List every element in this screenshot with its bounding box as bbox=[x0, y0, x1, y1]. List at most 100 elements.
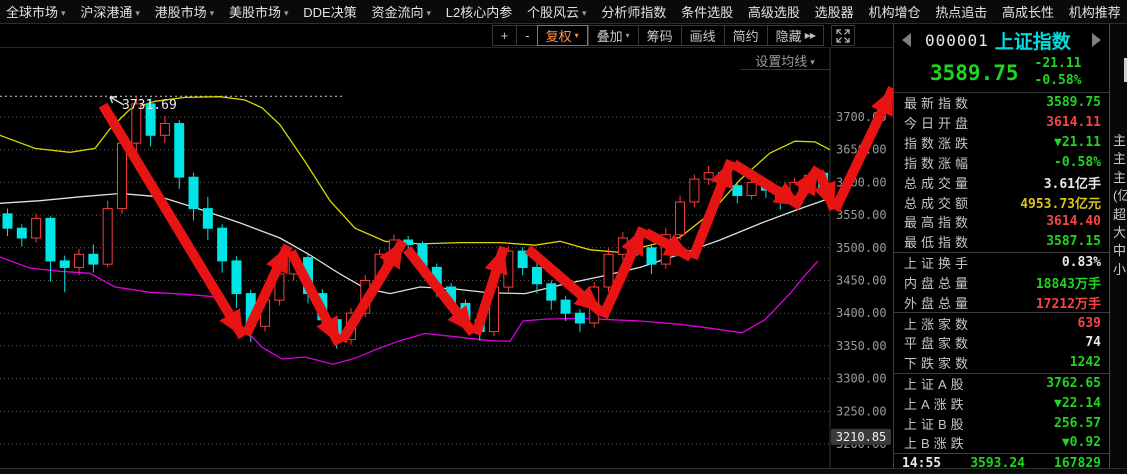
quote-row-label: 上涨家数 bbox=[904, 314, 972, 333]
candle bbox=[575, 313, 584, 323]
quote-row-label: 上证A股 bbox=[904, 374, 968, 393]
candle bbox=[604, 254, 613, 287]
candle bbox=[103, 209, 112, 265]
candle bbox=[75, 254, 84, 267]
quote-row-label: 上A涨跌 bbox=[904, 394, 968, 413]
menu-item[interactable]: 条件选股 bbox=[681, 2, 733, 21]
quote-row-label: 外盘总量 bbox=[904, 293, 972, 312]
y-axis-label: 3500.00 bbox=[836, 241, 887, 255]
trading-app-window: 全球市场▾ 沪深港通▾ 港股市场▾ 美股市场▾ DDE决策资金流向▾ L2核心内参个股风云… bbox=[0, 0, 1127, 474]
chevron-down-icon: ▾ bbox=[626, 31, 630, 40]
quote-row-label: 内盘总量 bbox=[904, 273, 972, 292]
quote-row-label: 上证B股 bbox=[904, 414, 968, 433]
y-axis-label: 3450.00 bbox=[836, 274, 887, 288]
candle bbox=[532, 267, 541, 283]
candle bbox=[189, 177, 198, 208]
menu-item[interactable]: 美股市场▾ bbox=[229, 2, 289, 21]
candle bbox=[704, 173, 713, 180]
clipped-label: 主 bbox=[1113, 148, 1126, 167]
menu-item[interactable]: 分析师指数 bbox=[601, 2, 666, 21]
simple-mode-button[interactable]: 简约 bbox=[724, 26, 767, 45]
menu-item[interactable]: 个股风云▾ bbox=[527, 2, 587, 21]
low-price-label: 3210.85 bbox=[836, 430, 887, 444]
candle bbox=[232, 261, 241, 294]
menu-item[interactable]: 高级选股 bbox=[748, 2, 800, 21]
toolbar-group: +-复权▾叠加▾筹码画线简约隐藏▶▶ bbox=[492, 25, 824, 46]
quote-row: 内盘总量 18843万手 bbox=[894, 272, 1109, 292]
quote-row: 平盘家数74 bbox=[894, 333, 1109, 353]
clipped-label: 中 bbox=[1113, 240, 1126, 259]
menu-item[interactable]: 机构推荐 bbox=[1069, 2, 1121, 21]
candle bbox=[747, 182, 756, 195]
draw-line-button[interactable]: 画线 bbox=[681, 26, 724, 45]
hide-button[interactable]: 隐藏▶▶ bbox=[767, 26, 823, 45]
chips-button[interactable]: 筹码 bbox=[638, 26, 681, 45]
y-axis-label: 3350.00 bbox=[836, 339, 887, 353]
quote-row-label: 最低指数 bbox=[904, 232, 972, 251]
double-arrow-icon: ▶▶ bbox=[805, 31, 815, 40]
clipped-label: 主 bbox=[1113, 167, 1126, 186]
quote-row-value: 256.57 bbox=[1054, 416, 1101, 431]
next-stock-arrow-icon[interactable] bbox=[1092, 33, 1101, 47]
price-change: -21.11 bbox=[1035, 56, 1082, 71]
chevron-down-icon: ▾ bbox=[426, 8, 431, 18]
menu-item[interactable]: L2核心内参 bbox=[446, 2, 512, 21]
menu-item[interactable]: 选股器 bbox=[815, 2, 854, 21]
candle bbox=[46, 218, 55, 261]
zoom-out-button[interactable]: - bbox=[516, 26, 537, 45]
menu-item[interactable]: 机构增仓 bbox=[868, 2, 920, 21]
quote-row-value: 0.83% bbox=[1062, 255, 1101, 270]
quote-row-label: 今日开盘 bbox=[904, 113, 972, 132]
quote-row-value: 18843万手 bbox=[1036, 273, 1101, 292]
last-price: 3589.75 bbox=[930, 61, 1019, 85]
quote-row: 外盘总量17212万手 bbox=[894, 292, 1109, 313]
price-change-pct: -0.58% bbox=[1035, 73, 1082, 88]
menu-item[interactable]: 高成长性 bbox=[1002, 2, 1054, 21]
quote-row: 上涨家数639 bbox=[894, 313, 1109, 333]
menu-item[interactable]: 全球市场▾ bbox=[6, 2, 66, 21]
trend-arrow bbox=[819, 171, 834, 209]
zoom-in-button[interactable]: + bbox=[493, 26, 517, 45]
quote-row: 上证A股3762.65 bbox=[894, 374, 1109, 394]
menu-item[interactable]: 热点追击 bbox=[935, 2, 987, 21]
menu-item[interactable]: 资金流向▾ bbox=[371, 2, 431, 21]
quote-row-value: -0.58% bbox=[1054, 155, 1101, 170]
quote-row-label: 上证换手 bbox=[904, 253, 972, 272]
chart-toolbar: +-复权▾叠加▾筹码画线简约隐藏▶▶ bbox=[0, 24, 893, 48]
candle bbox=[203, 209, 212, 229]
clipped-label: 超 bbox=[1113, 204, 1126, 223]
quote-row-value: ▼0.92 bbox=[1062, 435, 1101, 450]
quote-row-value: ▼21.11 bbox=[1054, 135, 1101, 150]
quote-row-label: 指数涨幅 bbox=[904, 153, 972, 172]
quote-row: 今日开盘3614.11 bbox=[894, 113, 1109, 133]
candle bbox=[17, 228, 26, 238]
quote-row-value: 1242 bbox=[1070, 355, 1101, 370]
fullscreen-button[interactable] bbox=[831, 25, 855, 46]
menu-item[interactable]: 港股市场▾ bbox=[155, 2, 215, 21]
fuquan-button[interactable]: 复权▾ bbox=[537, 25, 588, 46]
kline-chart[interactable]: 3700.003650.003600.003550.003500.003450.… bbox=[0, 48, 893, 474]
quote-row: 最低指数3587.15 bbox=[894, 232, 1109, 253]
clipped-label: 大 bbox=[1113, 222, 1126, 241]
chevron-down-icon: ▾ bbox=[61, 8, 66, 18]
quote-row-label: 平盘家数 bbox=[904, 333, 972, 352]
expand-icon bbox=[836, 29, 850, 43]
quote-row-label: 上B涨跌 bbox=[904, 433, 968, 452]
trend-arrow bbox=[342, 241, 403, 340]
stock-code: 000001 bbox=[925, 31, 989, 50]
stock-name: 上证指数 bbox=[995, 27, 1071, 54]
menu-item[interactable]: 沪深港通▾ bbox=[80, 2, 140, 21]
quote-row: 指数涨幅 -0.58% bbox=[894, 152, 1109, 172]
menu-item[interactable]: DDE决策 bbox=[303, 2, 356, 21]
overlay-button[interactable]: 叠加▾ bbox=[588, 26, 638, 45]
quote-panel: 000001 上证指数 3589.75 -21.11 -0.58% 最新指数35… bbox=[893, 24, 1109, 474]
quote-row: 最高指数3614.40 bbox=[894, 212, 1109, 232]
quote-row: 总成交量3.61亿手 bbox=[894, 172, 1109, 192]
quote-row-label: 最高指数 bbox=[904, 212, 972, 231]
quote-row-label: 下跌家数 bbox=[904, 353, 972, 372]
quote-row: 上证B股 256.57 bbox=[894, 413, 1109, 433]
quote-row-value: 4953.73亿元 bbox=[1020, 193, 1101, 212]
prev-stock-arrow-icon[interactable] bbox=[902, 33, 911, 47]
quote-header: 000001 上证指数 bbox=[894, 24, 1109, 54]
chart-panel: +-复权▾叠加▾筹码画线简约隐藏▶▶ 设置均线▾ 3700.003650.003… bbox=[0, 24, 893, 474]
